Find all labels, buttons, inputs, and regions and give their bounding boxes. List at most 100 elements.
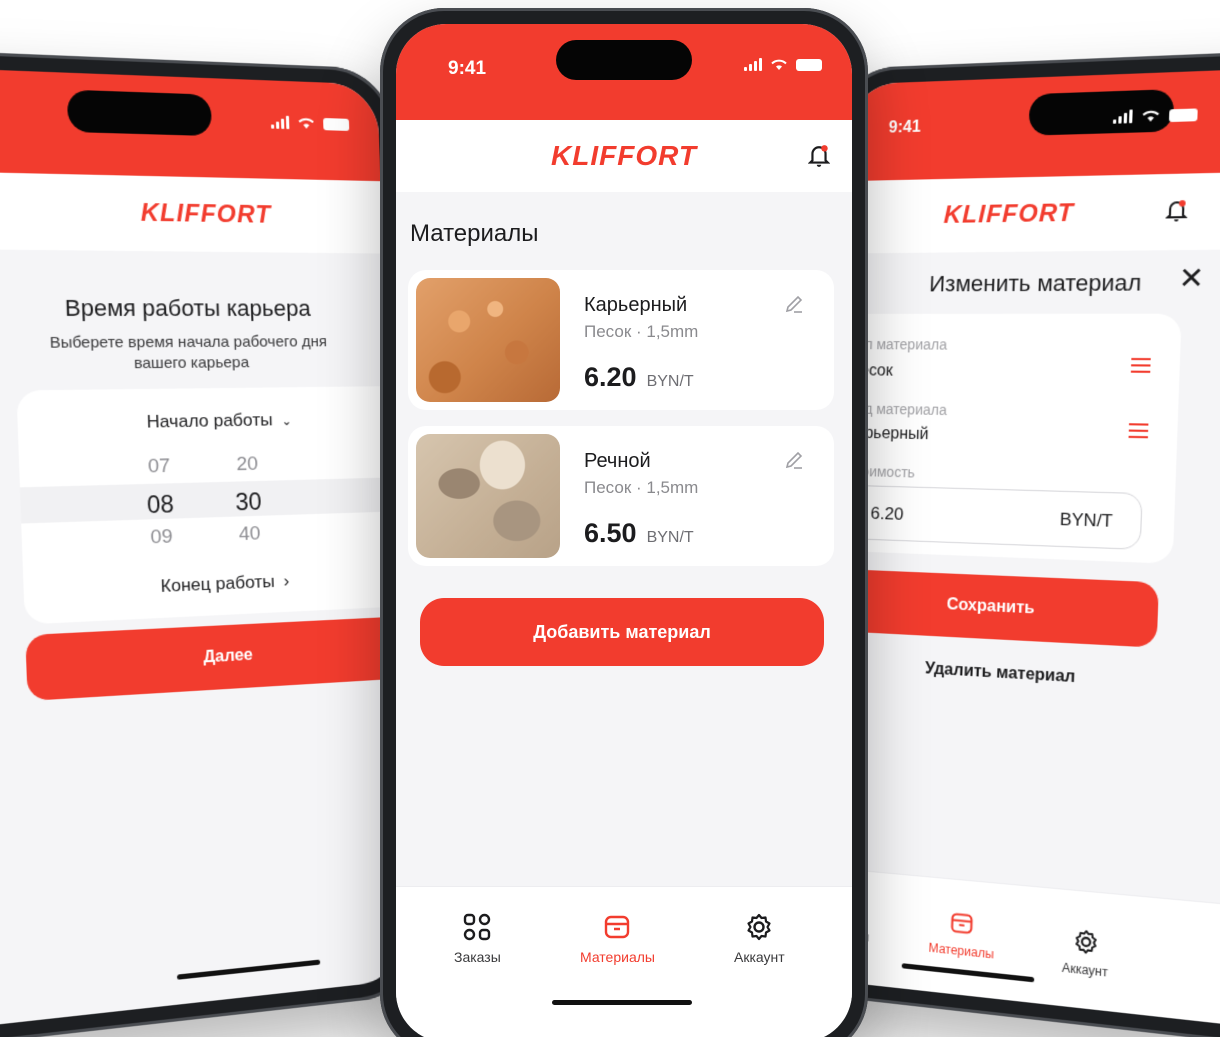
status-time: 9:41 [448, 58, 487, 79]
price-unit: BYN/T [646, 373, 694, 390]
time-picker-card: Начало работы ⌄ 07 08 09 20 30 40 Конец … [16, 385, 408, 625]
material-price: 6.50 BYN/T [584, 518, 694, 549]
page-subtitle: Выберете время начала рабочего дня вашег… [49, 333, 328, 373]
grid-icon [464, 913, 491, 941]
price-value: 6.50 [584, 518, 637, 548]
tab-account[interactable]: Аккаунт [734, 913, 785, 965]
page-title: Время работы карьера [64, 294, 311, 322]
app-header: KLIFFORT [396, 120, 852, 192]
material-name: Речной [584, 450, 651, 472]
hour-wheel[interactable]: 07 08 09 [127, 455, 194, 555]
status-icons [744, 58, 822, 71]
tab-bar: Заказы Материалы Аккаунт [396, 886, 852, 1037]
tab-label: Аккаунт [1061, 960, 1109, 980]
screen-edit-material: 9:41 KLIFFORT Изменить материал ✕ Тип ма… [818, 64, 1220, 1036]
status-icons [1112, 107, 1198, 124]
chevron-right-icon: › [283, 570, 290, 591]
screen-materials: 9:41 KLIFFORT Материалы Карьерный Песок … [396, 24, 852, 1037]
status-time: 9:41 [888, 118, 921, 137]
bell-icon[interactable] [807, 144, 831, 173]
gear-icon [747, 913, 771, 941]
next-button-label: Далее [203, 646, 254, 667]
edit-icon[interactable] [784, 294, 804, 319]
status-bar: 9:41 [845, 64, 1220, 182]
material-form: Тип материала Песок Вид материала Карьер… [832, 313, 1182, 564]
app-logo: KLIFFORT [943, 199, 1075, 230]
delete-material-link[interactable]: Удалить материал [848, 656, 1158, 692]
phone-left: 9:41 KLIFFORT Время работы карьера Выбер… [0, 47, 424, 1037]
next-button[interactable]: Далее [25, 615, 408, 701]
material-card[interactable]: Карьерный Песок · 1,5mm 6.20 BYN/T [408, 270, 834, 410]
material-name: Карьерный [584, 294, 688, 316]
add-material-button[interactable]: Добавить материал [420, 598, 824, 666]
tab-bar: Заказы Материалы Аккаунт [818, 866, 1220, 1036]
battery-icon [1168, 107, 1198, 122]
minute-option[interactable]: 20 [216, 453, 278, 485]
edit-icon[interactable] [784, 450, 804, 475]
section-title: Материалы [410, 220, 539, 247]
chevron-down-icon: ⌄ [281, 413, 292, 429]
signal-icon [271, 115, 290, 130]
minute-option-selected[interactable]: 30 [217, 484, 280, 521]
tab-label: Материалы [580, 949, 655, 965]
cost-input[interactable]: 6.20 BYN/T [843, 484, 1143, 550]
bell-icon[interactable] [1165, 199, 1188, 228]
home-indicator [552, 1000, 692, 1005]
tab-label: Материалы [928, 940, 995, 962]
gear-icon [1073, 928, 1099, 956]
add-material-label: Добавить материал [533, 621, 711, 642]
menu-icon[interactable] [1131, 358, 1151, 373]
hour-option-selected[interactable]: 08 [128, 486, 192, 523]
material-price: 6.20 BYN/T [584, 362, 694, 393]
start-time-label: Начало работы [146, 409, 273, 432]
status-bar: 9:41 [396, 24, 852, 120]
modal-title: Изменить материал [928, 269, 1142, 297]
save-button[interactable]: Сохранить [830, 568, 1159, 648]
cost-value: 6.20 [870, 503, 904, 524]
app-header: KLIFFORT [843, 169, 1220, 254]
material-image-river-sand [416, 434, 560, 558]
hour-option[interactable]: 09 [129, 521, 193, 554]
box-icon [605, 915, 630, 939]
menu-icon[interactable] [1129, 423, 1149, 438]
wifi-icon [771, 59, 787, 70]
home-indicator [176, 959, 321, 980]
tab-label: Аккаунт [734, 949, 785, 965]
wifi-icon [1141, 109, 1161, 122]
save-button-label: Сохранить [946, 595, 1035, 618]
material-image-quarry-sand [416, 278, 560, 402]
minute-wheel[interactable]: 20 30 40 [216, 453, 281, 551]
battery-icon [796, 58, 822, 71]
signal-icon [1112, 109, 1133, 124]
material-card[interactable]: Речной Песок · 1,5mm 6.50 BYN/T [408, 426, 834, 566]
battery-icon [323, 117, 350, 131]
dynamic-island [556, 40, 692, 80]
tab-orders[interactable]: Заказы [454, 913, 501, 965]
end-time-link[interactable]: Конец работы › [23, 566, 407, 604]
minute-option[interactable]: 40 [218, 518, 280, 551]
material-details: Песок · 1,5mm [584, 322, 699, 341]
dynamic-island [66, 89, 213, 137]
material-details: Песок · 1,5mm [584, 478, 699, 497]
tab-label: Заказы [454, 949, 501, 965]
end-time-label: Конец работы [160, 571, 276, 597]
tab-materials[interactable]: Материалы [928, 908, 995, 962]
price-unit: BYN/T [646, 529, 694, 546]
screen-working-hours: 9:41 KLIFFORT Время работы карьера Выбер… [0, 65, 408, 1034]
status-icons [271, 115, 350, 131]
price-value: 6.20 [584, 362, 637, 392]
box-icon [949, 910, 974, 937]
signal-icon [744, 58, 762, 71]
app-logo: KLIFFORT [140, 198, 272, 229]
cost-unit: BYN/T [1059, 509, 1114, 532]
app-header: KLIFFORT [0, 170, 383, 254]
status-bar: 9:41 [0, 65, 381, 182]
start-time-dropdown[interactable]: Начало работы ⌄ [17, 408, 407, 435]
wifi-icon [297, 116, 316, 129]
phone-center: 9:41 KLIFFORT Материалы Карьерный Песок … [380, 8, 868, 1037]
close-icon[interactable]: ✕ [1178, 260, 1205, 295]
tab-account[interactable]: Аккаунт [1062, 927, 1110, 980]
tab-materials[interactable]: Материалы [580, 913, 655, 965]
picker-selection-band [19, 476, 408, 524]
hour-option[interactable]: 07 [127, 455, 191, 488]
